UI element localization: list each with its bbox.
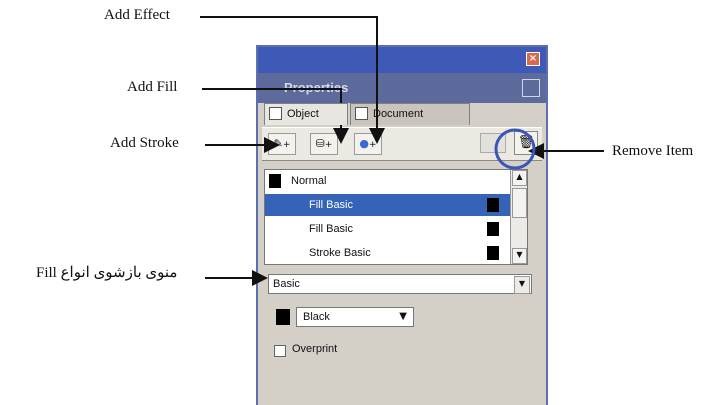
swatch: [487, 222, 499, 236]
properties-list: Normal Fill Basic Fill Basic Stroke Basi…: [264, 169, 528, 265]
duplicate-item-button[interactable]: [480, 133, 506, 153]
overprint-label: Overprint: [292, 343, 338, 355]
effect-icon: ●: [359, 137, 370, 150]
tab-object[interactable]: Object: [264, 103, 348, 125]
add-effect-button[interactable]: ●+: [354, 133, 382, 155]
object-tab-icon: [269, 107, 282, 120]
list-item[interactable]: Normal: [265, 170, 510, 192]
tab-document[interactable]: Document: [350, 103, 470, 125]
remove-item-callout: Remove Item: [612, 143, 694, 159]
panel-menu-icon[interactable]: [522, 79, 540, 97]
close-icon[interactable]: ×: [526, 52, 540, 66]
chevron-down-icon: ▼: [399, 311, 407, 322]
scroll-down-icon[interactable]: ▼: [512, 248, 527, 264]
panel-caption: Properties: [258, 73, 546, 103]
tab-object-label: Object: [287, 108, 319, 120]
list-item-label: Fill Basic: [309, 199, 354, 211]
list-item[interactable]: Fill Basic: [265, 194, 510, 216]
swatch: [487, 246, 499, 260]
list-scrollbar[interactable]: ▲ ▼: [510, 170, 527, 264]
panel-title: Properties: [284, 80, 349, 95]
panel-toolbar: ✎+ ⛁+ ●+ 🗑: [262, 127, 542, 161]
remove-item-button[interactable]: 🗑: [514, 131, 538, 155]
color-swatch[interactable]: [276, 309, 290, 325]
add-stroke-callout: Add Stroke: [110, 135, 179, 151]
add-fill-callout: Add Fill: [127, 79, 178, 95]
scroll-up-icon[interactable]: ▲: [512, 170, 527, 186]
swatch: [487, 198, 499, 212]
document-tab-icon: [355, 107, 368, 120]
swatch: [269, 174, 281, 188]
fill-type-select[interactable]: Basic ▼: [268, 274, 532, 294]
tab-document-label: Document: [373, 108, 424, 120]
pen-icon: ✎: [273, 137, 283, 150]
list-item-label: Fill Basic: [309, 223, 354, 235]
bucket-icon: ⛁: [315, 137, 325, 150]
add-stroke-button[interactable]: ✎+: [268, 133, 296, 155]
panel-titlebar: ×: [258, 47, 546, 73]
add-fill-button[interactable]: ⛁+: [310, 133, 338, 155]
chevron-down-icon[interactable]: ▼: [514, 276, 530, 294]
add-effect-callout: Add Effect: [104, 7, 170, 23]
color-value: Black: [303, 311, 330, 323]
scroll-thumb[interactable]: [512, 188, 527, 218]
list-item[interactable]: Fill Basic: [265, 218, 510, 240]
fill-type-value: Basic: [273, 278, 300, 290]
fill-menu-callout: منوی بازشوی انواع Fill: [36, 265, 178, 281]
list-item[interactable]: Stroke Basic: [265, 242, 510, 264]
list-item-label: Normal: [291, 175, 327, 187]
trash-icon: 🗑: [517, 135, 535, 150]
list-item-label: Stroke Basic: [309, 247, 371, 259]
properties-panel: × Properties Object Document ✎+ ⛁+ ●+ 🗑 …: [256, 45, 548, 405]
color-select[interactable]: Black ▼: [296, 307, 414, 327]
overprint-checkbox[interactable]: [274, 345, 286, 357]
